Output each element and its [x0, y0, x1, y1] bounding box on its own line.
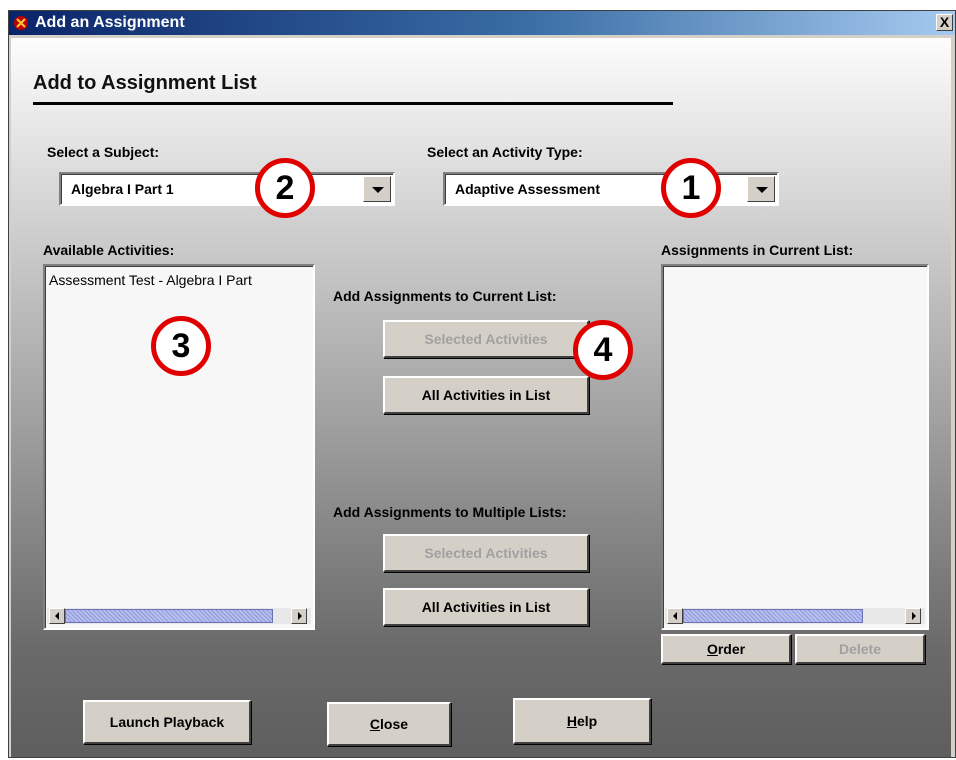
activity-type-value: Adaptive Assessment — [455, 181, 600, 197]
available-activities-label: Available Activities: — [43, 242, 175, 258]
callout-1: 1 — [661, 158, 721, 218]
scroll-right-icon[interactable] — [905, 608, 921, 624]
close-button[interactable]: Close — [327, 702, 451, 746]
activity-type-label: Select an Activity Type: — [427, 144, 583, 160]
add-multiple-selected-button[interactable]: Selected Activities — [383, 534, 589, 572]
current-list-box[interactable] — [661, 264, 929, 630]
help-mnemonic: H — [566, 713, 577, 729]
add-current-all-button[interactable]: All Activities in List — [383, 376, 589, 414]
order-mnemonic: O — [706, 641, 718, 657]
app-icon — [14, 16, 28, 30]
chevron-down-icon[interactable] — [363, 176, 391, 202]
subject-label: Select a Subject: — [47, 144, 160, 160]
order-label: rder — [717, 641, 746, 657]
chevron-down-icon[interactable] — [747, 176, 775, 202]
launch-playback-button[interactable]: Launch Playback — [83, 700, 251, 744]
help-button[interactable]: Help — [513, 698, 651, 744]
current-list-label: Assignments in Current List: — [661, 242, 854, 258]
scroll-left-icon[interactable] — [49, 608, 65, 624]
available-hscrollbar[interactable] — [47, 608, 311, 624]
add-current-selected-button[interactable]: Selected Activities — [383, 320, 589, 358]
current-hscrollbar[interactable] — [665, 608, 925, 624]
scroll-thumb[interactable] — [65, 609, 273, 623]
callout-4: 4 — [573, 320, 633, 380]
main-panel: Add to Assignment List Select a Subject:… — [11, 38, 951, 757]
delete-button[interactable]: Delete — [795, 634, 925, 664]
subject-value: Algebra I Part 1 — [71, 181, 174, 197]
help-label: elp — [576, 713, 598, 729]
scroll-thumb[interactable] — [683, 609, 863, 623]
title-bar[interactable]: Add an Assignment X — [9, 11, 955, 35]
dialog-window: Add an Assignment X Add to Assignment Li… — [8, 10, 956, 758]
list-item[interactable]: Assessment Test - Algebra I Part — [49, 272, 252, 288]
close-label: lose — [380, 716, 409, 732]
callout-2: 2 — [255, 158, 315, 218]
add-multiple-all-button[interactable]: All Activities in List — [383, 588, 589, 626]
activity-type-dropdown[interactable]: Adaptive Assessment — [443, 172, 779, 206]
close-mnemonic: C — [369, 716, 381, 732]
order-button[interactable]: Order — [661, 634, 791, 664]
scroll-right-icon[interactable] — [291, 608, 307, 624]
subject-dropdown[interactable]: Algebra I Part 1 — [59, 172, 395, 206]
close-icon[interactable]: X — [936, 14, 953, 31]
header-divider — [33, 102, 673, 105]
callout-3: 3 — [151, 316, 211, 376]
window-title: Add an Assignment — [35, 14, 185, 31]
scroll-left-icon[interactable] — [667, 608, 683, 624]
add-current-label: Add Assignments to Current List: — [333, 288, 557, 304]
add-multiple-label: Add Assignments to Multiple Lists: — [333, 504, 567, 520]
page-title: Add to Assignment List — [33, 72, 257, 94]
